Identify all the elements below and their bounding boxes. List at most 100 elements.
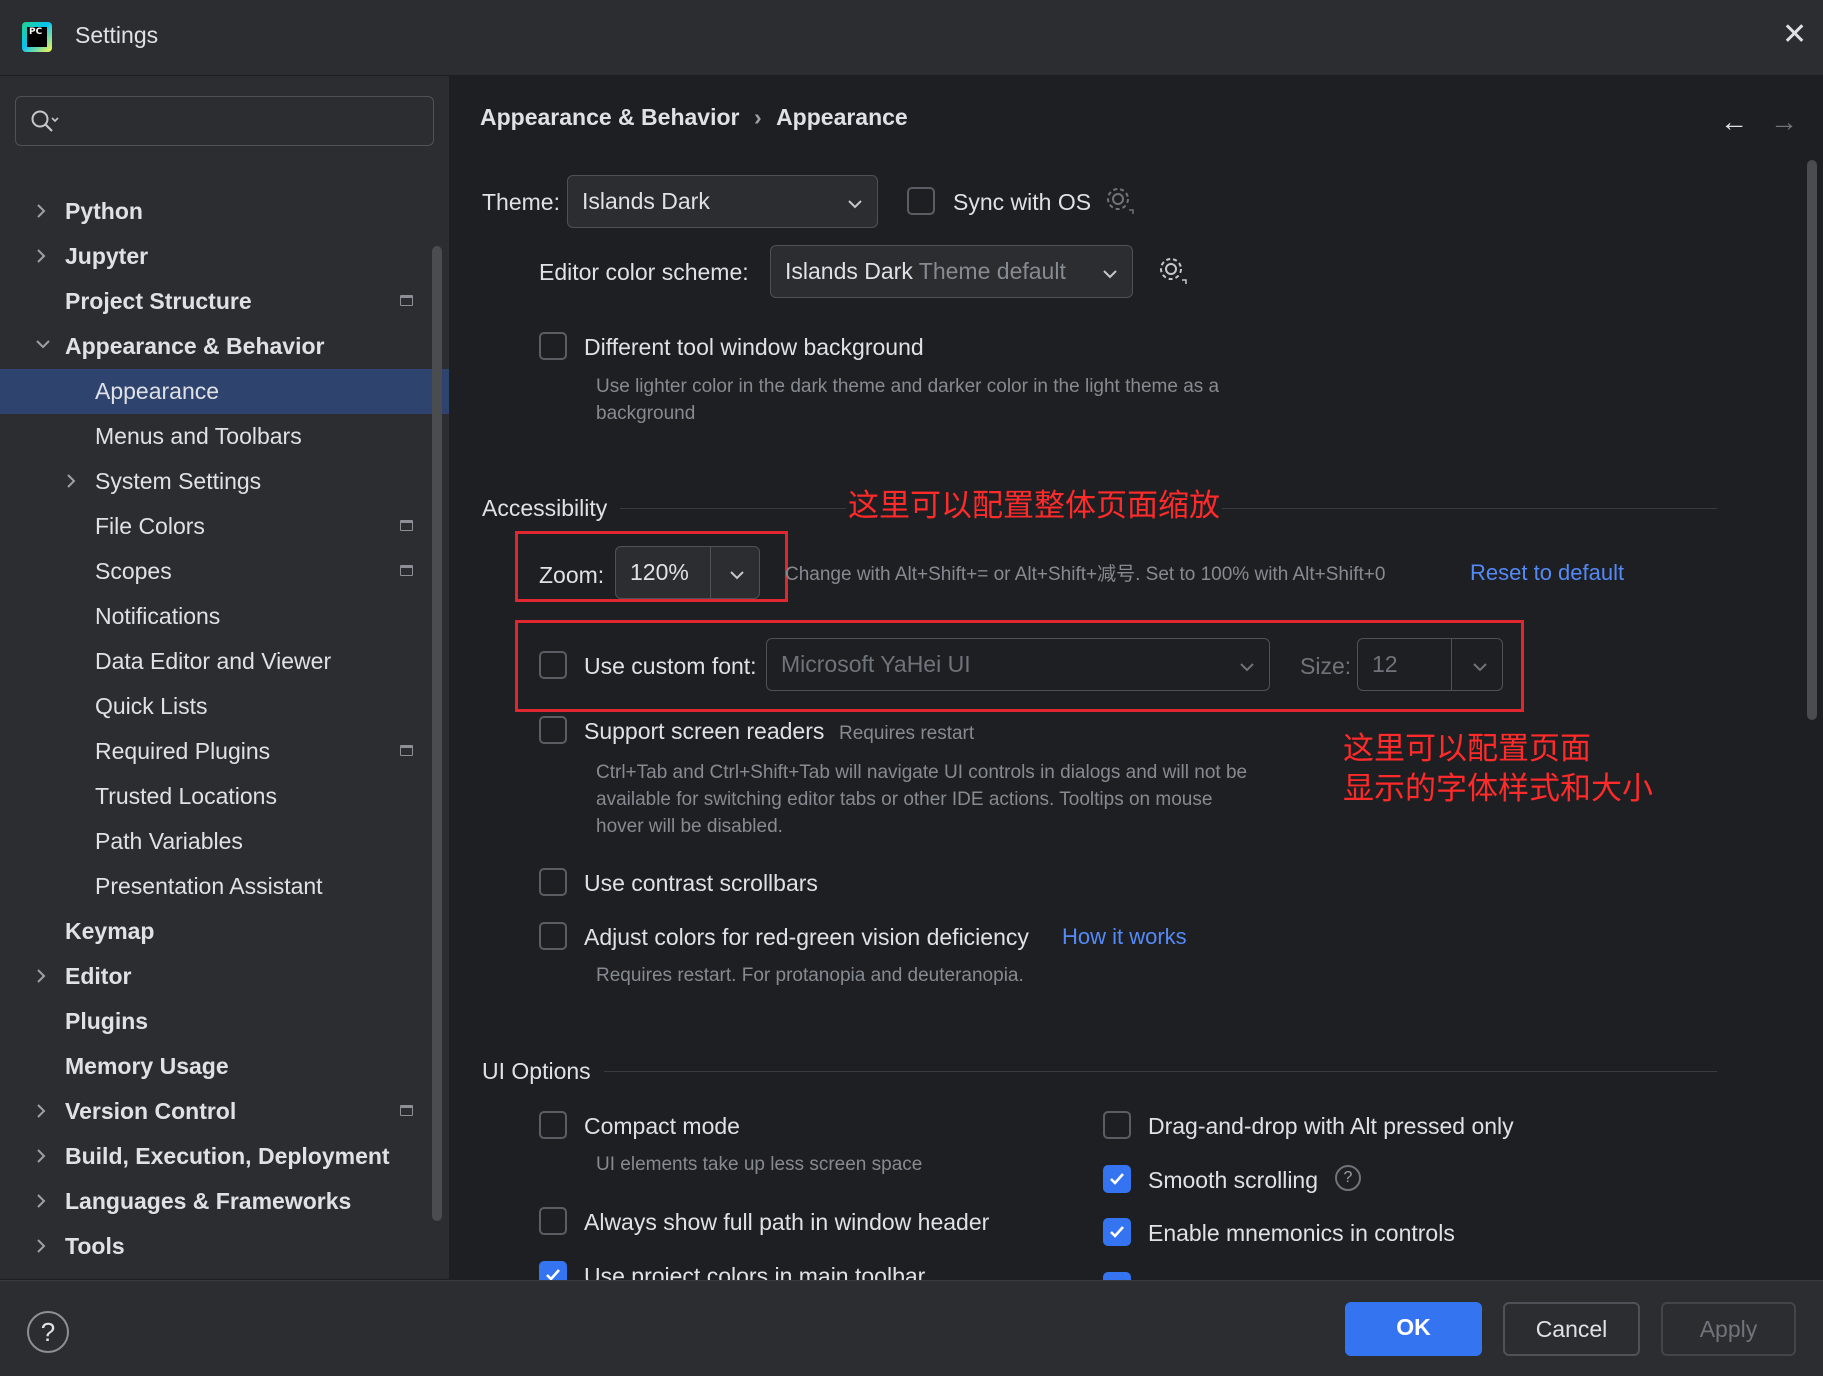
sidebar-item[interactable]: Appearance & Behavior [0, 324, 449, 369]
sidebar-item[interactable]: Editor [0, 954, 449, 999]
sidebar-item[interactable]: Scopes [0, 549, 449, 594]
gear-icon[interactable] [1105, 186, 1135, 221]
sidebar-item[interactable]: Keymap [0, 909, 449, 954]
chevron-right-icon[interactable] [65, 459, 85, 489]
compact-mode-checkbox[interactable] [539, 1111, 567, 1139]
scheme-gear-icon[interactable] [1158, 256, 1188, 291]
font-annotation-1: 这里可以配置页面 [1343, 731, 1591, 767]
sidebar-item-label: Jupyter [65, 243, 149, 269]
theme-value: Islands Dark [582, 188, 710, 214]
ok-button[interactable]: OK [1345, 1302, 1482, 1356]
sidebar-item[interactable]: File Colors [0, 504, 449, 549]
sidebar-item[interactable]: Trusted Locations [0, 774, 449, 819]
apply-button[interactable]: Apply [1661, 1302, 1796, 1356]
breadcrumb-separator: › [753, 104, 762, 130]
chevron-right-icon[interactable] [35, 1224, 55, 1254]
sidebar-item[interactable]: Tools [0, 1224, 449, 1269]
breadcrumb: Appearance & Behavior › Appearance [480, 104, 908, 131]
chevron-right-icon[interactable] [35, 954, 55, 984]
screen-readers-hint-3: hover will be disabled. [596, 816, 783, 837]
content-scrollbar[interactable] [1807, 160, 1817, 720]
sidebar-item[interactable]: Appearance [0, 369, 449, 414]
sidebar-item[interactable]: Memory Usage [0, 1044, 449, 1089]
sidebar-item[interactable]: Quick Lists [0, 684, 449, 729]
sidebar-item[interactable]: Plugins [0, 999, 449, 1044]
sidebar-item[interactable]: Python [0, 189, 449, 234]
font-annotation-2: 显示的字体样式和大小 [1343, 771, 1653, 807]
project-level-icon [400, 295, 413, 306]
chevron-down-icon [729, 547, 745, 598]
cancel-button[interactable]: Cancel [1503, 1302, 1640, 1356]
zoom-value: 120% [630, 559, 689, 585]
chevron-right-icon[interactable] [35, 1089, 55, 1119]
smooth-scrolling-label: Smooth scrolling [1148, 1167, 1319, 1193]
sidebar-item-label: Keymap [65, 918, 155, 944]
theme-dropdown[interactable]: Islands Dark [567, 175, 878, 228]
mnemonics-checkbox[interactable] [1103, 1218, 1131, 1246]
sidebar-item[interactable]: Required Plugins [0, 729, 449, 774]
sidebar-item[interactable]: Version Control [0, 1089, 449, 1134]
how-it-works-link[interactable]: How it works [1062, 924, 1187, 950]
custom-font-value: Microsoft YaHei UI [781, 651, 971, 677]
section-divider [604, 1071, 1717, 1072]
sidebar-item-label: Notifications [95, 603, 221, 629]
sidebar-item-label: Plugins [65, 1008, 149, 1034]
sync-os-checkbox[interactable] [907, 187, 935, 215]
sidebar-item-label: Tools [65, 1233, 125, 1259]
help-circle-icon[interactable]: ? [1335, 1165, 1361, 1191]
diff-tool-bg-hint-1: Use lighter color in the dark theme and … [596, 376, 1220, 397]
sidebar-item-label: Appearance & Behavior [65, 333, 325, 359]
diff-tool-bg-checkbox[interactable] [539, 332, 567, 360]
chevron-right-icon[interactable] [35, 234, 55, 264]
project-level-icon [400, 565, 413, 576]
settings-sidebar: Python Jupyter Project Structure Appearance… [0, 76, 450, 1304]
forward-arrow-icon[interactable]: → [1770, 106, 1798, 138]
dnd-alt-checkbox[interactable] [1103, 1111, 1131, 1139]
full-path-checkbox[interactable] [539, 1207, 567, 1235]
back-arrow-icon[interactable]: ← [1720, 106, 1748, 138]
breadcrumb-current: Appearance [776, 104, 908, 130]
screen-readers-hint-2: available for switching editor tabs or o… [596, 789, 1213, 810]
sidebar-item[interactable]: System Settings [0, 459, 449, 504]
sidebar-item[interactable]: Data Editor and Viewer [0, 639, 449, 684]
contrast-scrollbars-checkbox[interactable] [539, 868, 567, 896]
screen-readers-checkbox[interactable] [539, 716, 567, 744]
sidebar-item[interactable]: Menus and Toolbars [0, 414, 449, 459]
sidebar-scrollbar[interactable] [432, 246, 442, 1221]
colorblind-checkbox[interactable] [539, 922, 567, 950]
zoom-label: Zoom: [539, 562, 605, 588]
sidebar-item[interactable]: Languages & Frameworks [0, 1179, 449, 1224]
custom-font-label: Use custom font: [584, 653, 757, 679]
sidebar-item[interactable]: Project Structure [0, 279, 449, 324]
zoom-dropdown[interactable]: 120% [615, 546, 760, 599]
chevron-right-icon[interactable] [35, 1134, 55, 1164]
sidebar-item[interactable]: Jupyter [0, 234, 449, 279]
reset-to-default-link[interactable]: Reset to default [1470, 560, 1624, 586]
search-input[interactable] [15, 96, 434, 146]
smooth-scrolling-checkbox[interactable] [1103, 1165, 1131, 1193]
sidebar-item[interactable]: Presentation Assistant [0, 864, 449, 909]
custom-font-dropdown[interactable]: Microsoft YaHei UI [766, 638, 1270, 691]
size-dropdown[interactable]: 12 [1357, 638, 1503, 691]
sidebar-item-label: Python [65, 198, 143, 224]
custom-font-checkbox[interactable] [539, 651, 567, 679]
project-level-icon [400, 520, 413, 531]
sidebar-item[interactable]: Notifications [0, 594, 449, 639]
sidebar-item-label: Version Control [65, 1098, 237, 1124]
color-scheme-label: Editor color scheme: [539, 259, 749, 285]
chevron-down-icon [1472, 639, 1488, 690]
size-label: Size: [1300, 653, 1352, 679]
color-scheme-dropdown[interactable]: Islands Dark Theme default [770, 245, 1133, 298]
sidebar-item[interactable]: Path Variables [0, 819, 449, 864]
dialog-footer: ? OK Cancel Apply [0, 1280, 1823, 1376]
sidebar-item[interactable]: Build, Execution, Deployment [0, 1134, 449, 1179]
chevron-right-icon[interactable] [35, 189, 55, 219]
help-icon[interactable]: ? [27, 1311, 69, 1353]
chevron-down-icon[interactable] [35, 324, 55, 350]
breadcrumb-parent[interactable]: Appearance & Behavior [480, 104, 739, 130]
close-icon[interactable]: ✕ [1782, 20, 1807, 50]
diff-tool-bg-hint-2: background [596, 403, 696, 424]
compact-mode-hint: UI elements take up less screen space [596, 1154, 923, 1175]
sidebar-item-label: System Settings [95, 468, 262, 494]
chevron-right-icon[interactable] [35, 1179, 55, 1209]
